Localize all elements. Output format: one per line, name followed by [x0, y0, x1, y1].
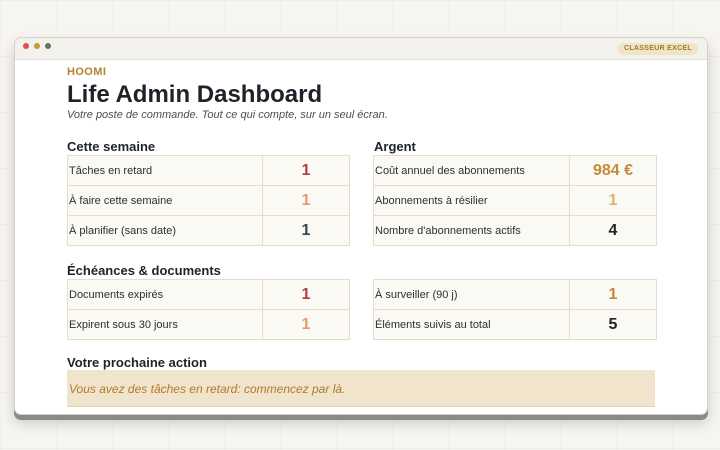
- metric-label[interactable]: Documents expirés: [67, 279, 263, 310]
- metric-value[interactable]: 4: [569, 215, 657, 246]
- table-row: À faire cette semaine 1: [67, 185, 350, 216]
- table-row: À planifier (sans date) 1: [67, 215, 350, 246]
- section-title-next-action: Votre prochaine action: [67, 355, 207, 370]
- dashboard-content: HOOMI Life Admin Dashboard Votre poste d…: [67, 59, 707, 414]
- page-subtitle: Votre poste de commande. Tout ce qui com…: [67, 109, 388, 121]
- metric-value[interactable]: 984 €: [569, 155, 657, 186]
- metric-value[interactable]: 5: [569, 309, 657, 340]
- next-action-banner[interactable]: Vous avez des tâches en retard: commence…: [67, 370, 655, 407]
- metric-label[interactable]: Tâches en retard: [67, 155, 263, 186]
- metric-label[interactable]: Abonnements à résilier: [373, 185, 570, 216]
- metric-label[interactable]: À surveiller (90 j): [373, 279, 570, 310]
- page-title: Life Admin Dashboard: [67, 81, 323, 108]
- metric-value[interactable]: 1: [262, 185, 350, 216]
- spreadsheet-window: CLASSEUR EXCEL HOOMI Life Admin Dashboar…: [14, 37, 708, 415]
- metric-value[interactable]: 1: [569, 185, 657, 216]
- minimize-window-icon[interactable]: [34, 43, 40, 49]
- table-row: À surveiller (90 j) 1: [373, 279, 657, 310]
- metric-value[interactable]: 1: [262, 155, 350, 186]
- metric-value[interactable]: 1: [262, 279, 350, 310]
- metric-label[interactable]: À faire cette semaine: [67, 185, 263, 216]
- metric-label[interactable]: À planifier (sans date): [67, 215, 263, 246]
- window-titlebar: CLASSEUR EXCEL: [15, 38, 707, 60]
- metric-value[interactable]: 1: [262, 215, 350, 246]
- deadlines-left-table: Documents expirés 1 Expirent sous 30 jou…: [67, 279, 350, 340]
- this-week-table: Tâches en retard 1 À faire cette semaine…: [67, 155, 350, 246]
- section-title-this-week: Cette semaine: [67, 139, 156, 154]
- section-title-money: Argent: [374, 139, 416, 154]
- close-window-icon[interactable]: [23, 43, 29, 49]
- section-title-deadlines: Échéances & documents: [67, 263, 221, 278]
- metric-label[interactable]: Éléments suivis au total: [373, 309, 570, 340]
- table-row: Documents expirés 1: [67, 279, 350, 310]
- maximize-window-icon[interactable]: [45, 43, 51, 49]
- metric-value[interactable]: 1: [569, 279, 657, 310]
- brand-label: HOOMI: [67, 66, 107, 78]
- metric-label[interactable]: Expirent sous 30 jours: [67, 309, 263, 340]
- table-row: Nombre d'abonnements actifs 4: [373, 215, 657, 246]
- table-row: Coût annuel des abonnements 984 €: [373, 155, 657, 186]
- money-table: Coût annuel des abonnements 984 € Abonne…: [373, 155, 657, 246]
- workbook-badge: CLASSEUR EXCEL: [618, 43, 698, 55]
- metric-value[interactable]: 1: [262, 309, 350, 340]
- table-row: Tâches en retard 1: [67, 155, 350, 186]
- table-row: Abonnements à résilier 1: [373, 185, 657, 216]
- metric-label[interactable]: Nombre d'abonnements actifs: [373, 215, 570, 246]
- table-row: Expirent sous 30 jours 1: [67, 309, 350, 340]
- table-row: Éléments suivis au total 5: [373, 309, 657, 340]
- metric-label[interactable]: Coût annuel des abonnements: [373, 155, 570, 186]
- deadlines-right-table: À surveiller (90 j) 1 Éléments suivis au…: [373, 279, 657, 340]
- next-action-text: Vous avez des tâches en retard: commence…: [69, 382, 346, 396]
